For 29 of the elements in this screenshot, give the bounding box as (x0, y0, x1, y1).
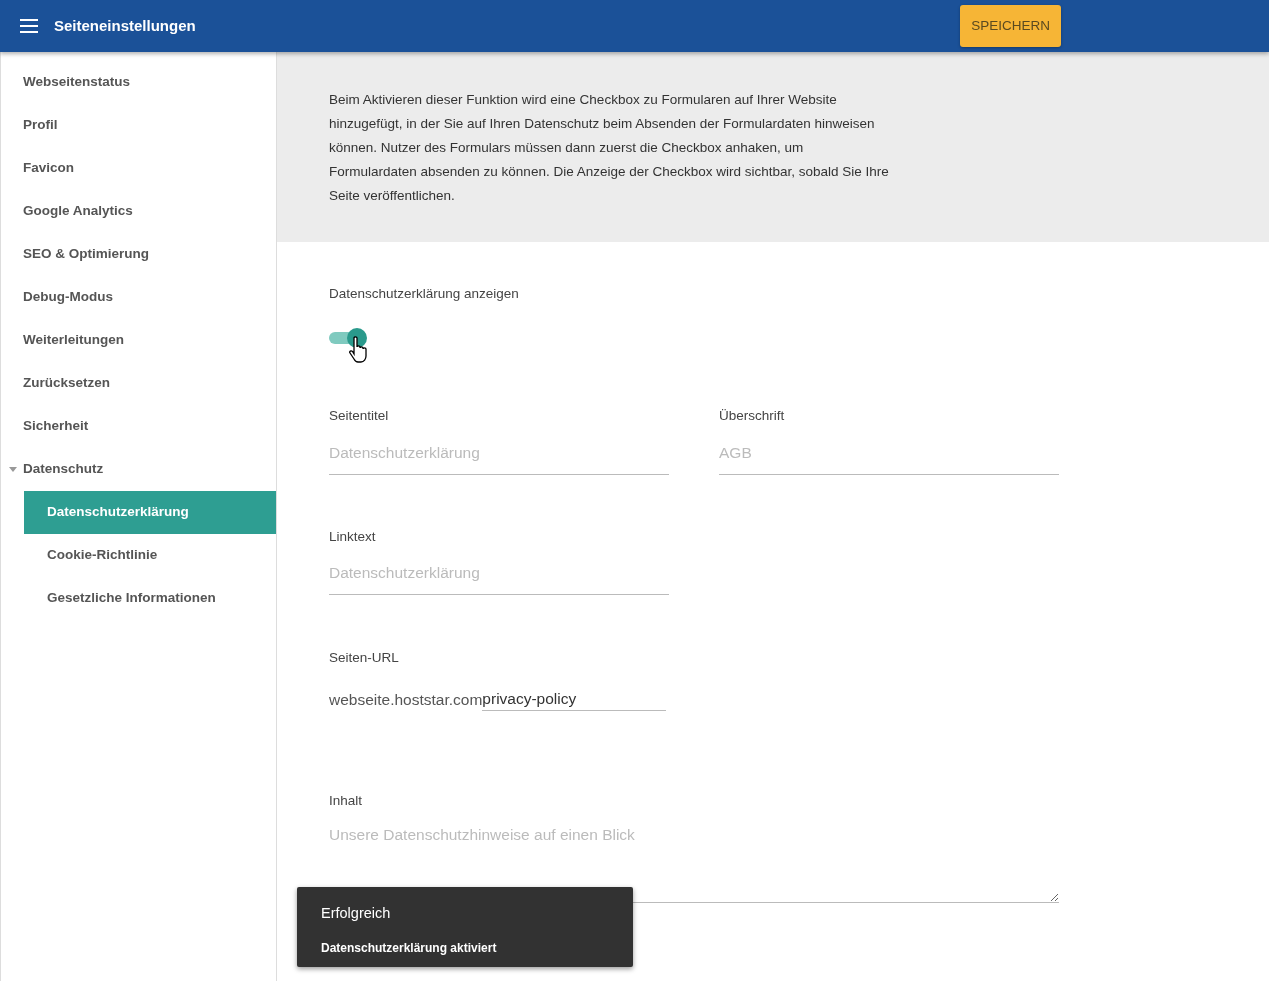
page-title: Seiteneinstellungen (54, 15, 196, 36)
text-field[interactable]: Datenschutzerklärung (329, 555, 669, 596)
toast-message: Datenschutzerklärung aktiviert (321, 939, 498, 957)
menu-icon[interactable] (20, 19, 38, 33)
sidebar-item[interactable]: Cookie-Richtlinie (24, 534, 276, 577)
field-label: Überschrift (719, 407, 786, 426)
sidebar-item[interactable]: Google Analytics (1, 190, 276, 233)
sidebar-item[interactable]: Profil (1, 104, 276, 147)
toggle-label: Datenschutzerklärung anzeigen (329, 285, 520, 303)
sidebar-item[interactable]: Debug-Modus (1, 276, 276, 319)
text-field[interactable]: Datenschutzerklärung (329, 434, 669, 475)
field-label: Seiten-URL (329, 649, 400, 668)
field-label: Linktext (329, 527, 377, 546)
sidebar-item[interactable]: Favicon (1, 147, 276, 190)
sidebar-item[interactable]: Webseitenstatus (1, 61, 276, 104)
save-button[interactable]: SPEICHERN (960, 4, 1061, 48)
sidebar-item[interactable]: SEO & Optimierung (1, 233, 276, 276)
toast-title: Erfolgreich (321, 904, 392, 923)
text-field[interactable]: AGB (719, 434, 1059, 475)
sidebar-item[interactable]: Zurücksetzen (1, 362, 276, 405)
sidebar-item[interactable]: Weiterleitungen (1, 319, 276, 362)
field-label: Inhalt (329, 791, 364, 810)
sidebar-item[interactable]: Sicherheit (1, 405, 276, 448)
sidebar-item[interactable]: Datenschutz (1, 448, 276, 491)
field-label: Seitentitel (329, 407, 390, 426)
caret-icon[interactable] (9, 467, 17, 472)
sidebar-item[interactable]: Gesetzliche Informationen (24, 577, 276, 620)
info-text: Beim Aktivieren dieser Funktion wird eine Checkbox zu Formularen auf Ihrer Website hinzugefügt, in der Sie auf Ihren Datenschutz beim Absenden der Formulardaten hinweisen können. Nutzer des Formulars müssen dann zuerst die Checkbox anhaken, um Formulardaten absenden zu können. Die Anzeige der Checkbox wird sichtbar, sobald Sie Ihre Seite veröffentlichen. (329, 91, 889, 205)
url-prefix: webseite.hoststar.com (329, 689, 483, 710)
